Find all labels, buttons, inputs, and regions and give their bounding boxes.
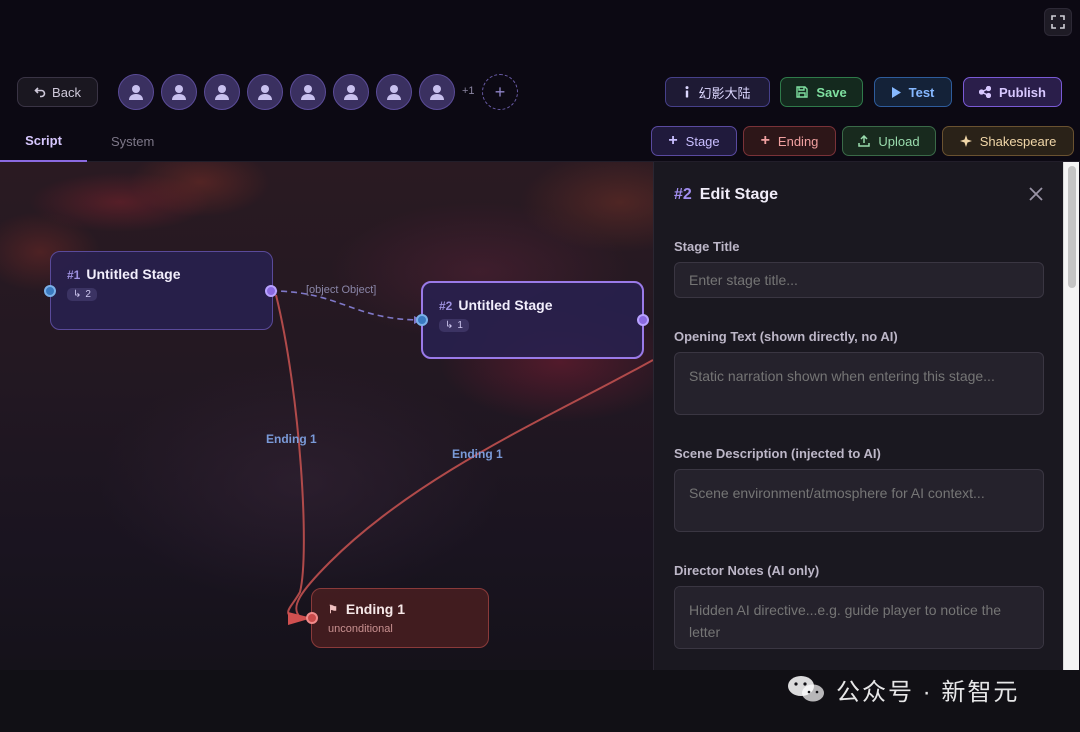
stage-number: #1 [67, 268, 81, 282]
fullscreen-button[interactable] [1044, 8, 1072, 36]
input-handle[interactable] [306, 612, 318, 624]
input-handle[interactable] [416, 314, 428, 326]
ending-title: Ending 1 [345, 601, 405, 617]
add-ending-button[interactable]: + Ending [743, 126, 836, 156]
user-icon [172, 85, 186, 100]
stage-title: Untitled Stage [458, 297, 553, 313]
stage-node[interactable]: #2 Untitled Stage ↳ 1 [421, 281, 644, 359]
ending-condition: unconditional [328, 623, 393, 635]
upload-button[interactable]: Upload [842, 126, 936, 156]
opening-text-input[interactable] [674, 352, 1044, 415]
ending-node[interactable]: ⚑ Ending 1 unconditional [311, 588, 489, 648]
shakespeare-label: Shakespeare [979, 133, 1057, 149]
publish-button[interactable]: Publish [963, 77, 1062, 107]
undo-arrow-icon [34, 87, 46, 98]
edge-label: Ending 1 [266, 432, 317, 446]
plus-icon: + [668, 132, 678, 149]
connection-count-badge: ↳ 2 [67, 288, 97, 301]
avatar-overflow-count: +1 [462, 85, 475, 97]
tab-system[interactable]: System [111, 120, 154, 162]
edge-stage1-to-ending[interactable] [275, 294, 305, 619]
director-notes-label: Director Notes (AI only) [674, 563, 820, 578]
user-icon [387, 85, 401, 100]
back-label: Back [52, 84, 81, 100]
character-avatar[interactable] [333, 74, 369, 110]
close-icon[interactable] [1026, 184, 1046, 204]
stage-node[interactable]: #1 Untitled Stage ↳ 2 [50, 251, 273, 330]
scrollbar-thumb[interactable] [1068, 166, 1076, 288]
sparkle-icon [959, 135, 972, 147]
character-avatar[interactable] [419, 74, 455, 110]
share-icon [979, 86, 992, 98]
ending-icon: ⚑ [328, 603, 338, 616]
user-icon [129, 85, 143, 100]
character-avatar[interactable] [161, 74, 197, 110]
editor-tab-bar: Script System + Stage + Ending Upload Sh… [0, 120, 1080, 162]
publish-label: Publish [999, 84, 1046, 100]
character-avatar[interactable] [118, 74, 154, 110]
user-icon [215, 85, 229, 100]
link-icon: ↳ [445, 320, 454, 331]
wechat-icon [788, 676, 824, 702]
panel-stage-number: #2 [674, 186, 692, 203]
save-button[interactable]: Save [780, 77, 863, 107]
edge-stage2-to-ending[interactable] [295, 359, 653, 618]
top-toolbar: Back +1 + 幻影大陆 Save Test Publish [0, 70, 1080, 114]
stage-title: Untitled Stage [86, 266, 181, 282]
connection-count-badge: ↳ 1 [439, 319, 469, 332]
add-stage-button[interactable]: + Stage [651, 126, 737, 156]
stage-title-input[interactable] [674, 262, 1044, 298]
output-handle[interactable] [637, 314, 649, 326]
graph-canvas[interactable]: [object Object] Ending 1 Ending 1 #1 Unt… [0, 162, 653, 670]
link-icon: ↳ [73, 289, 82, 300]
upload-label: Upload [878, 133, 920, 149]
add-ending-label: Ending [777, 133, 819, 149]
connection-count: 2 [85, 289, 91, 300]
scene-description-input[interactable] [674, 469, 1044, 532]
opening-text-label: Opening Text (shown directly, no AI) [674, 329, 898, 344]
character-avatar[interactable] [376, 74, 412, 110]
save-label: Save [816, 84, 847, 100]
test-label: Test [908, 84, 935, 100]
panel-title: Edit Stage [699, 186, 779, 203]
scene-description-label: Scene Description (injected to AI) [674, 446, 881, 461]
watermark-text: 公众号 · 新智元 [836, 678, 1020, 706]
tab-script[interactable]: Script [0, 120, 87, 162]
expand-icon [1051, 15, 1065, 29]
character-avatar[interactable] [247, 74, 283, 110]
back-button[interactable]: Back [17, 77, 98, 107]
connection-count: 1 [457, 320, 463, 331]
director-notes-input[interactable] [674, 586, 1044, 649]
stage-title-label: Stage Title [674, 239, 740, 254]
upload-icon [858, 135, 871, 147]
world-info-button[interactable]: 幻影大陆 [665, 77, 770, 107]
user-icon [430, 85, 444, 100]
world-name: 幻影大陆 [698, 85, 751, 101]
edge-label: [object Object] [306, 284, 377, 296]
character-avatar[interactable] [204, 74, 240, 110]
info-icon [685, 86, 689, 98]
character-avatar[interactable] [290, 74, 326, 110]
shakespeare-button[interactable]: Shakespeare [942, 126, 1074, 156]
floppy-disk-icon [796, 86, 809, 98]
panel-scrollbar[interactable] [1063, 162, 1079, 670]
test-button[interactable]: Test [874, 77, 952, 107]
add-stage-label: Stage [685, 133, 720, 149]
user-icon [344, 85, 358, 100]
watermark: 公众号 · 新智元 [786, 672, 1019, 706]
stage-number: #2 [439, 299, 453, 313]
edit-stage-panel: #2 Edit Stage Stage Title Opening Text (… [653, 162, 1063, 670]
input-handle[interactable] [44, 285, 56, 297]
plus-icon: + [760, 132, 770, 149]
user-icon [301, 85, 315, 100]
panel-header: #2 Edit Stage [674, 186, 778, 204]
user-icon [258, 85, 272, 100]
output-handle[interactable] [265, 285, 277, 297]
add-character-button[interactable]: + [482, 74, 518, 110]
edge-label: Ending 1 [452, 447, 503, 461]
play-icon [891, 86, 901, 98]
